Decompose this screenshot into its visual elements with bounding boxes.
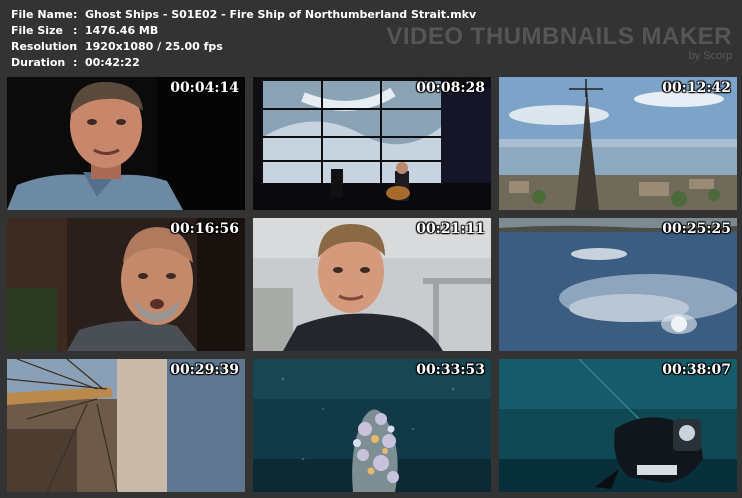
brand-title: VIDEO THUMBNAILS MAKER: [386, 23, 732, 50]
timestamp: 00:04:14: [170, 80, 239, 96]
thumbnail-frame[interactable]: 00:21:11: [253, 218, 491, 351]
scuba-diver-image: [499, 359, 737, 492]
water-reflection-image: [499, 218, 737, 351]
thumbnail-frame[interactable]: 00:29:39: [7, 359, 245, 492]
ship-rigging-image: [7, 359, 245, 492]
thumbnail-frame[interactable]: 00:08:28: [253, 77, 491, 210]
timestamp: 00:38:07: [662, 362, 731, 378]
duration-value: 00:42:22: [85, 56, 140, 69]
timestamp: 00:25:25: [662, 221, 731, 237]
thumbnail-frame[interactable]: 00:38:07: [499, 359, 737, 492]
file-name-label: File Name: [11, 8, 73, 21]
separator: :: [73, 40, 78, 53]
timestamp: 00:12:42: [662, 80, 731, 96]
separator: :: [73, 24, 78, 37]
thumbnail-frame[interactable]: 00:33:53: [253, 359, 491, 492]
file-name-value: Ghost Ships - S01E02 - Fire Ship of Nort…: [85, 8, 477, 21]
separator: :: [73, 56, 78, 69]
timestamp: 00:16:56: [170, 221, 239, 237]
man-interview-image: [7, 77, 245, 210]
brand-subtitle: by Scorp: [688, 50, 732, 62]
timestamp: 00:29:39: [170, 362, 239, 378]
bald-man-interview-image: [7, 218, 245, 351]
aerial-steeple-image: [499, 77, 737, 210]
thumbnail-grid: 00:04:14 00:08:28 00:12:42 00:16:56 00:2…: [7, 77, 737, 492]
timestamp: 00:33:53: [416, 362, 485, 378]
timestamp: 00:21:11: [416, 221, 485, 237]
file-size-label: File Size: [11, 24, 63, 37]
young-man-interview-image: [253, 218, 491, 351]
thumbnail-frame[interactable]: 00:16:56: [7, 218, 245, 351]
stage-performance-image: [253, 77, 491, 210]
thumbnail-frame[interactable]: 00:12:42: [499, 77, 737, 210]
resolution-value: 1920x1080 / 25.00 fps: [85, 40, 223, 53]
underwater-coral-image: [253, 359, 491, 492]
brand-watermark: VIDEO THUMBNAILS MAKER by Scorp: [386, 24, 732, 63]
file-name-row: File Name : Ghost Ships - S01E02 - Fire …: [11, 7, 476, 23]
timestamp: 00:08:28: [416, 80, 485, 96]
file-size-value: 1476.46 MB: [85, 24, 159, 37]
thumbnail-frame[interactable]: 00:04:14: [7, 77, 245, 210]
thumbnail-frame[interactable]: 00:25:25: [499, 218, 737, 351]
separator: :: [73, 8, 78, 21]
resolution-label: Resolution: [11, 40, 78, 53]
duration-label: Duration: [11, 56, 66, 69]
